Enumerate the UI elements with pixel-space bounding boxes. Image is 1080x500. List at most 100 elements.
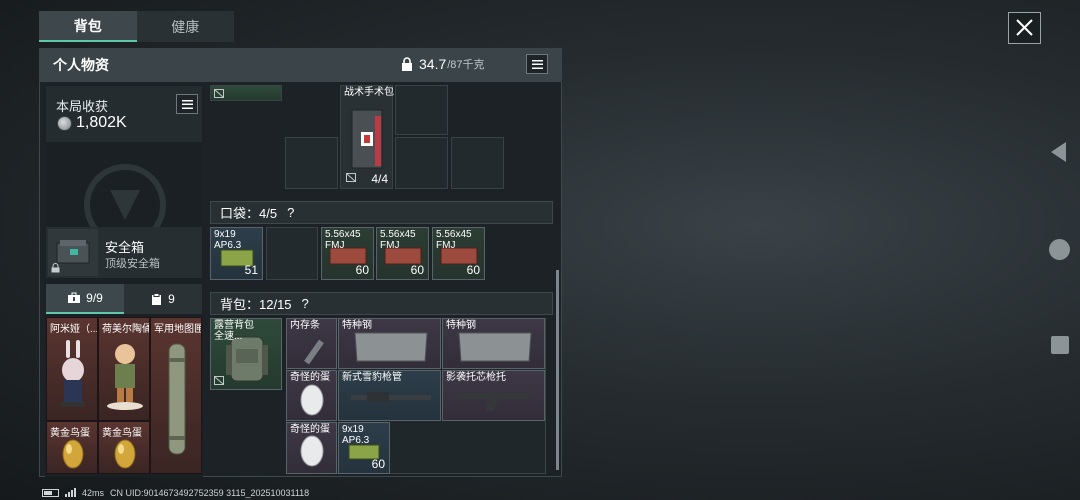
item-name: 黄金鸟蛋 (50, 428, 90, 439)
equipped-backpack[interactable]: 露营背包 全速... (210, 318, 282, 390)
item-golden-egg[interactable]: 黄金鸟蛋 (46, 421, 98, 474)
tab-health[interactable]: 健康 (137, 11, 235, 42)
item-name: 5.56x45 FMJ (380, 229, 416, 251)
nav-back-icon[interactable] (1051, 142, 1066, 162)
toolbox-icon (68, 292, 81, 303)
item-556-ammo[interactable]: 5.56x45 FMJ 60 (432, 227, 485, 280)
backpack-header: 背包：12/15 ? (210, 292, 553, 315)
item-count: 51 (244, 263, 258, 277)
user-uid: CN UID:9014673492752359 3115_20251003111… (110, 487, 310, 498)
item-shadow-stock[interactable]: 影袭托芯枪托 (442, 370, 545, 421)
income-label: 本局收获 (56, 99, 109, 114)
lock-icon (214, 376, 224, 385)
item-9x19-ammo[interactable]: 9x19 AP6.3 60 (338, 422, 390, 474)
item-name: 内存条 (290, 320, 320, 331)
item-name: 荷美尔陶俑 (102, 324, 150, 335)
signal-icon (65, 488, 76, 497)
ping-value: 42ms (82, 487, 105, 498)
inventory-scrollbar[interactable] (556, 270, 559, 470)
pocket-header: 口袋：4/5 ? (210, 201, 553, 224)
lock-icon (51, 263, 60, 273)
backpack-label: 背包：12/15 (220, 297, 292, 312)
panel-header: 个人物资 34.7 /87千克 (39, 48, 562, 82)
safebox-name: 安全箱 (105, 240, 145, 255)
item-special-steel[interactable]: 特种钢 (442, 318, 545, 369)
item-count: 60 (371, 457, 385, 471)
tab-equipment[interactable]: 9/9 (46, 284, 124, 314)
item-name: 奇怪的蛋 (290, 372, 330, 383)
lock-icon (346, 173, 356, 182)
rig-slot[interactable] (395, 137, 448, 189)
rig-slot[interactable] (451, 137, 504, 189)
safebox-slot[interactable]: 安全箱 顶级安全箱 (46, 227, 202, 278)
item-9x19-ammo[interactable]: 9x19 AP6.3 51 (210, 227, 263, 280)
tab-other[interactable]: 9 (124, 284, 202, 314)
coin-icon (57, 116, 72, 131)
item-golden-egg[interactable]: 黄金鸟蛋 (98, 421, 150, 474)
tab-backpack[interactable]: 背包 (39, 11, 137, 42)
item-count: 60 (355, 263, 369, 277)
safebox-type: 顶级安全箱 (105, 258, 160, 270)
battery-icon (42, 488, 59, 497)
item-strange-egg[interactable]: 奇怪的蛋 (286, 370, 337, 421)
item-name: 黄金鸟蛋 (102, 428, 142, 439)
item-556-ammo[interactable]: 5.56x45 FMJ 60 (321, 227, 374, 280)
item-556-ammo[interactable]: 5.56x45 FMJ 60 (376, 227, 429, 280)
rig-item-icon (214, 89, 224, 98)
item-military-map-case[interactable]: 军用地图匣 (150, 317, 202, 474)
panel-list-button[interactable] (526, 54, 548, 74)
pocket-label: 口袋：4/5 (220, 206, 278, 221)
item-hormel-figurine[interactable]: 荷美尔陶俑 (98, 317, 150, 421)
faction-emblem-icon (70, 150, 180, 246)
item-name: 9x19 AP6.3 (214, 229, 242, 251)
item-name: 5.56x45 FMJ (325, 229, 361, 251)
close-button[interactable] (1008, 12, 1041, 44)
safebox-items-grid: 阿米娅（... 荷美尔陶俑 军用地图匣 黄金鸟蛋 黄金鸟蛋 (46, 317, 202, 474)
item-count: 60 (466, 263, 480, 277)
income-list-button[interactable] (176, 94, 198, 114)
status-bar: 42ms CN UID:9014673492752359 3115_202510… (42, 485, 309, 500)
round-income: 本局收获 1,802K (46, 86, 202, 142)
item-name: 奇怪的蛋 (290, 424, 330, 435)
page-title: 个人物资 (53, 57, 109, 73)
safebox-image (48, 229, 98, 276)
item-name: 特种钢 (446, 320, 476, 331)
clipboard-icon (152, 292, 162, 305)
item-name: 影袭托芯枪托 (446, 372, 506, 383)
rig-slot[interactable] (395, 85, 448, 135)
nav-home-icon[interactable] (1049, 239, 1070, 260)
item-tactical-surgery-kit[interactable]: 战术手术包 4/4 (340, 85, 394, 189)
item-name: 新式雪豹枪管 (342, 372, 402, 383)
rig-slot[interactable] (285, 137, 338, 189)
item-count: 4/4 (371, 172, 388, 186)
item-amiya-figure[interactable]: 阿米娅（... (46, 317, 98, 421)
equipment-count: 9/9 (86, 291, 103, 305)
list-icon (531, 59, 543, 69)
item-name: 露营背包 全速... (214, 320, 254, 342)
pocket-help-button[interactable]: ? (287, 205, 294, 220)
item-name: 战术手术包 (344, 87, 394, 98)
weight-indicator: 34.7 /87千克 (401, 56, 485, 72)
item-ram-stick[interactable]: 内存条 (286, 318, 337, 369)
pocket-slot-empty[interactable] (266, 227, 318, 280)
close-icon (1016, 19, 1033, 36)
weight-lock-icon (401, 57, 413, 71)
left-subtabs: 9/9 9 (46, 284, 202, 314)
item-name: 5.56x45 FMJ (436, 229, 472, 251)
item-name: 特种钢 (342, 320, 372, 331)
other-count: 9 (168, 292, 175, 306)
item-strange-egg[interactable]: 奇怪的蛋 (286, 422, 337, 474)
income-value: 1,802K (76, 114, 127, 131)
backpack-help-button[interactable]: ? (302, 296, 309, 311)
item-name: 9x19 AP6.3 (342, 424, 370, 446)
weight-max: /87千克 (447, 59, 485, 71)
item-count: 60 (410, 263, 424, 277)
list-icon (181, 99, 193, 109)
nav-recents-icon[interactable] (1051, 336, 1069, 354)
rig-grid: 战术手术包 4/4 (209, 85, 554, 200)
item-special-steel[interactable]: 特种钢 (338, 318, 441, 369)
item-name: 军用地图匣 (154, 324, 202, 335)
item-name: 阿米娅（... (50, 324, 98, 335)
item-snow-leopard-barrel[interactable]: 新式雪豹枪管 (338, 370, 441, 421)
rig-item-partial[interactable] (210, 85, 282, 101)
